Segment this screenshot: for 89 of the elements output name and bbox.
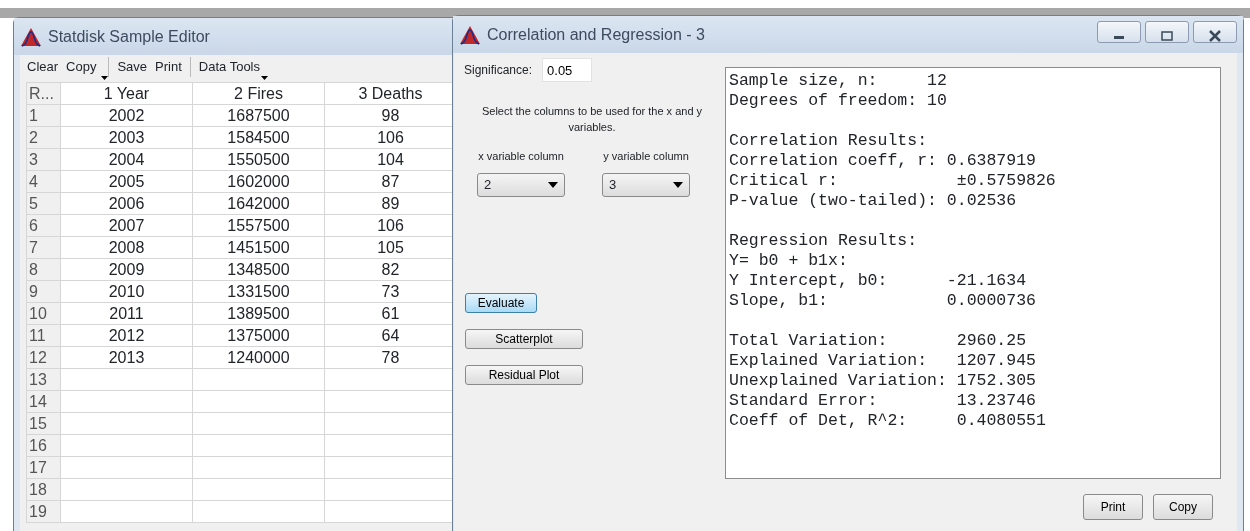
column-header[interactable]: 1 Year: [60, 82, 193, 105]
row-number: 1: [26, 104, 61, 127]
table-cell: 1687500: [192, 104, 325, 127]
result-line: Critical r: ±0.5759826: [729, 171, 1057, 191]
window-title: Statdisk Sample Editor: [48, 26, 210, 47]
action-button[interactable]: Scatterplot: [465, 329, 583, 349]
table-cell: 2004: [60, 148, 193, 171]
table-cell: 2005: [60, 170, 193, 193]
row-number: 5: [26, 192, 61, 215]
dropdown-arrow-icon: [673, 181, 683, 188]
result-line: Explained Variation: 1207.945: [729, 351, 1037, 371]
table-cell: 2008: [60, 236, 193, 259]
result-line: Slope, b1: 0.0000736: [729, 291, 1037, 311]
table-cell: 2006: [60, 192, 193, 215]
result-line: Correlation Results:: [729, 131, 929, 151]
table-cell: 1584500: [192, 126, 325, 149]
row-number: 3: [26, 148, 61, 171]
row-number: 9: [26, 280, 61, 303]
y-column-dropdown[interactable]: 3: [602, 172, 690, 197]
table-cell: 2002: [60, 104, 193, 127]
row-number: 10: [26, 302, 61, 325]
row-number: 15: [26, 412, 61, 435]
row-number: 2: [26, 126, 61, 149]
result-line: Unexplained Variation: 1752.305: [729, 371, 1037, 391]
table-cell: 1642000: [192, 192, 325, 215]
footer-button[interactable]: Copy: [1153, 494, 1213, 520]
table-cell: 2009: [60, 258, 193, 281]
table-cell: 2003: [60, 126, 193, 149]
x-column-label: x variable column: [478, 150, 564, 162]
row-number: 19: [26, 500, 61, 523]
row-number: 11: [26, 324, 61, 347]
table-cell: 1240000: [192, 346, 325, 369]
significance-field[interactable]: 0.05: [542, 58, 593, 82]
app-icon: [20, 26, 42, 47]
row-number: 8: [26, 258, 61, 281]
table-cell: 2011: [60, 302, 193, 325]
table-cell: 1348500: [192, 258, 325, 281]
app-icon: [459, 24, 481, 45]
result-line: Regression Results:: [729, 231, 919, 251]
instructions-text: Select the columns to be used for the x and y variables.: [480, 104, 704, 135]
maximize-icon: [1161, 30, 1173, 41]
table-cell: 1602000: [192, 170, 325, 193]
row-number: 4: [26, 170, 61, 193]
toolbar-menu-item[interactable]: Copy: [62, 57, 110, 77]
x-column-dropdown[interactable]: 2: [477, 172, 565, 197]
column-header[interactable]: R...: [26, 82, 61, 105]
footer-button[interactable]: Print: [1083, 494, 1143, 520]
significance-label: Significance:: [464, 62, 533, 79]
row-number: 18: [26, 478, 61, 501]
table-cell: 1557500: [192, 214, 325, 237]
window-title: Correlation and Regression - 3: [487, 24, 705, 45]
action-button[interactable]: Evaluate: [465, 293, 537, 313]
close-button[interactable]: [1193, 21, 1237, 43]
column-header[interactable]: 2 Fires: [192, 82, 325, 105]
y-column-label: y variable column: [603, 150, 689, 162]
result-line: Y Intercept, b0: -21.1634: [729, 271, 1028, 291]
row-number: 12: [26, 346, 61, 369]
result-line: Correlation coeff, r: 0.6387919: [729, 151, 1037, 171]
minimize-button[interactable]: [1097, 21, 1141, 43]
table-cell: 2010: [60, 280, 193, 303]
result-line: Total Variation: 2960.25: [729, 331, 1028, 351]
result-line: Sample size, n: 12: [729, 71, 948, 91]
action-button[interactable]: Residual Plot: [465, 365, 583, 385]
toolbar-menu-item[interactable]: Print: [151, 57, 191, 77]
maximize-button[interactable]: [1145, 21, 1189, 43]
toolbar-menu-item[interactable]: Save: [113, 57, 152, 77]
result-line: P-value (two-tailed): 0.02536: [729, 191, 1018, 211]
toolbar-menu-item[interactable]: Data Tools: [194, 57, 268, 77]
row-number: 6: [26, 214, 61, 237]
table-cell: 1550500: [192, 148, 325, 171]
table-cell: 2007: [60, 214, 193, 237]
table-cell: 2013: [60, 346, 193, 369]
close-icon: [1208, 29, 1222, 42]
row-number: 16: [26, 434, 61, 457]
table-cell: 1331500: [192, 280, 325, 303]
result-line: Coeff of Det, R^2: 0.4080551: [729, 411, 1047, 431]
row-number: 14: [26, 390, 61, 413]
row-number: 17: [26, 456, 61, 479]
toolbar-menu-item[interactable]: Clear: [23, 57, 63, 77]
row-number: 13: [26, 368, 61, 391]
dropdown-arrow-icon: [548, 181, 558, 188]
row-number: 7: [26, 236, 61, 259]
result-line: Y= b0 + b1x:: [729, 251, 849, 271]
table-cell: 2012: [60, 324, 193, 347]
result-line: Standard Error: 13.23746: [729, 391, 1037, 411]
table-cell: 1375000: [192, 324, 325, 347]
result-line: Degrees of freedom: 10: [729, 91, 948, 111]
table-cell: 1451500: [192, 236, 325, 259]
table-cell: 1389500: [192, 302, 325, 325]
